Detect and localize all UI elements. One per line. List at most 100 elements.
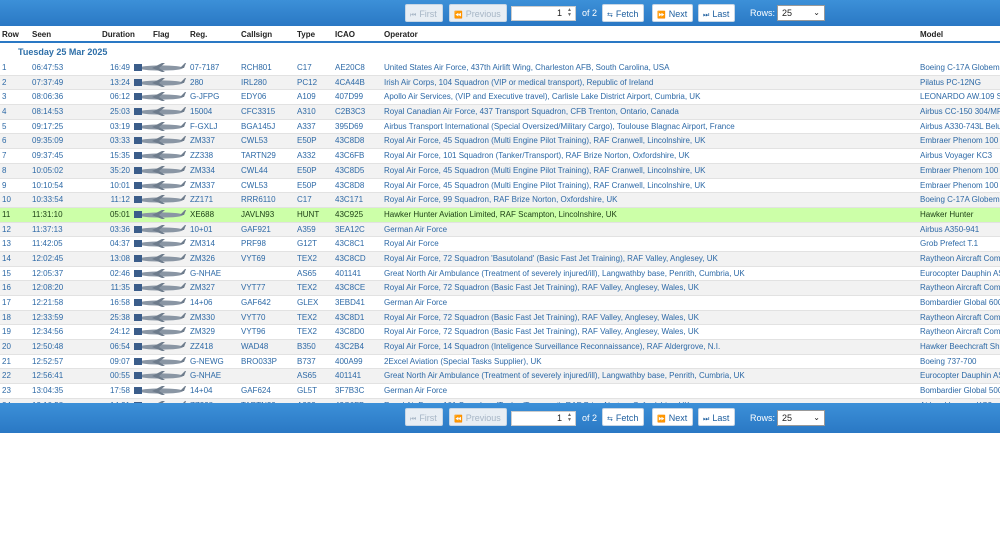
registration-cell[interactable]: 14+06	[190, 298, 212, 307]
page-input[interactable]: 1 ▲ ▼	[511, 411, 576, 426]
registration-cell[interactable]: XE688	[190, 210, 214, 219]
callsign-cell[interactable]: PRF98	[241, 239, 266, 248]
callsign-cell[interactable]: GAF921	[241, 225, 271, 234]
col-seen[interactable]: Seen	[32, 30, 51, 39]
registration-cell[interactable]: G-NEWG	[190, 357, 224, 366]
col-icao[interactable]: ICAO	[335, 30, 355, 39]
col-flag[interactable]: Flag	[153, 30, 169, 39]
rows-select[interactable]: 25 ⌄	[777, 410, 825, 426]
table-row[interactable]: 1 06:47:53 16:49 07-7187 RCH801 C17 AE20C8 Unit…	[0, 61, 1000, 76]
col-callsign[interactable]: Callsign	[241, 30, 272, 39]
icao-code-cell[interactable]: 401141	[335, 371, 361, 380]
fetch-button[interactable]: ⇆ Fetch	[602, 408, 645, 426]
first-button[interactable]: ⏮ First	[405, 4, 443, 22]
table-row[interactable]: 3 08:06:36 06:12 G-JFPG EDY06 A109 407D99 Apoll…	[0, 90, 1000, 106]
table-row[interactable]: 9 10:10:54 10:01 ZM337 CWL53 E50P 43C8D8 Royal …	[0, 179, 1000, 194]
icao-code-cell[interactable]: 395D69	[335, 122, 363, 131]
icao-code-cell[interactable]: 43C2B4	[335, 342, 364, 351]
table-row[interactable]: 5 09:17:25 03:19 F-GXLJ BGA145J A337 395D69 Air…	[0, 120, 1000, 135]
page-input[interactable]: 1 ▲ ▼	[511, 6, 576, 21]
registration-cell[interactable]: ZM314	[190, 239, 215, 248]
icao-code-cell[interactable]: 43C8C1	[335, 239, 364, 248]
col-row[interactable]: Row	[2, 30, 19, 39]
registration-cell[interactable]: ZM329	[190, 327, 215, 336]
registration-cell[interactable]: 280	[190, 78, 203, 87]
callsign-cell[interactable]: BRO033P	[241, 357, 277, 366]
registration-cell[interactable]: G-NHAE	[190, 269, 221, 278]
table-row[interactable]: 16 12:08:20 11:35 ZM327 VYT77 TEX2 43C8CE Royal…	[0, 281, 1000, 296]
icao-code-cell[interactable]: 407D99	[335, 92, 363, 101]
callsign-cell[interactable]: CWL53	[241, 136, 268, 145]
callsign-cell[interactable]: GAF642	[241, 298, 271, 307]
icao-code-cell[interactable]: 3EA12C	[335, 225, 365, 234]
table-row[interactable]: 12 11:37:13 03:36 10+01 GAF921 A359 3EA12C Germ…	[0, 222, 1000, 238]
icao-code-cell[interactable]: 3F7B3C	[335, 386, 364, 395]
icao-code-cell[interactable]: 43C8CE	[335, 283, 365, 292]
icao-code-cell[interactable]: AE20C8	[335, 63, 365, 72]
previous-button[interactable]: ⏪ Previous	[449, 4, 507, 22]
registration-cell[interactable]: ZM330	[190, 313, 215, 322]
rows-select[interactable]: 25 ⌄	[777, 5, 825, 21]
table-row[interactable]: 19 12:34:56 24:12 ZM329 VYT96 TEX2 43C8D0 Royal…	[0, 325, 1000, 341]
icao-code-cell[interactable]: 43C925	[335, 210, 363, 219]
table-row[interactable]: 7 09:37:45 15:35 ZZ338 TARTN29 A332 43C6FB Roya…	[0, 149, 1000, 164]
registration-cell[interactable]: 10+01	[190, 225, 212, 234]
table-row[interactable]: 23 13:04:35 17:58 14+04 GAF624 GL5T 3F7B3C Germ…	[0, 384, 1000, 399]
icao-code-cell[interactable]: 43C8D8	[335, 136, 364, 145]
first-button[interactable]: ⏮ First	[405, 408, 443, 426]
registration-cell[interactable]: ZM337	[190, 181, 215, 190]
callsign-cell[interactable]: CWL44	[241, 166, 268, 175]
icao-code-cell[interactable]: 43C8D8	[335, 181, 364, 190]
previous-button[interactable]: ⏪ Previous	[449, 408, 507, 426]
registration-cell[interactable]: 07-7187	[190, 63, 219, 72]
registration-cell[interactable]: G-NHAE	[190, 371, 221, 380]
registration-cell[interactable]: ZM326	[190, 254, 215, 263]
next-button[interactable]: ⏩ Next	[652, 408, 694, 426]
table-row[interactable]: 6 09:35:09 03:33 ZM337 CWL53 E50P 43C8D8 Royal …	[0, 134, 1000, 150]
table-row[interactable]: 21 12:52:57 09:07 G-NEWG BRO033P B737 400A99 2E…	[0, 355, 1000, 370]
callsign-cell[interactable]: CFC3315	[241, 107, 275, 116]
table-row[interactable]: 17 12:21:58 16:58 14+06 GAF642 GLEX 3EBD41 Germ…	[0, 296, 1000, 311]
callsign-cell[interactable]: VYT96	[241, 327, 265, 336]
table-row[interactable]: 13 11:42:05 04:37 ZM314 PRF98 G12T 43C8C1 Royal…	[0, 237, 1000, 252]
next-button[interactable]: ⏩ Next	[652, 4, 694, 22]
callsign-cell[interactable]: GAF624	[241, 386, 271, 395]
table-row[interactable]: 4 08:14:53 25:03 15004 CFC3315 A310 C2B3C3 Roya…	[0, 105, 1000, 120]
registration-cell[interactable]: F-GXLJ	[190, 122, 218, 131]
registration-cell[interactable]: ZZ338	[190, 151, 213, 160]
registration-cell[interactable]: ZM334	[190, 166, 215, 175]
col-type[interactable]: Type	[297, 30, 315, 39]
callsign-cell[interactable]: EDY06	[241, 92, 266, 101]
fetch-button[interactable]: ⇆ Fetch	[602, 4, 645, 22]
callsign-cell[interactable]: BGA145J	[241, 122, 275, 131]
registration-cell[interactable]: ZM327	[190, 283, 215, 292]
table-row[interactable]: 11 11:31:10 05:01 XE688 JAVLN93 HUNT 43C925 Haw…	[0, 207, 1000, 223]
table-row[interactable]: 8 10:05:02 35:20 ZM334 CWL44 E50P 43C8D5 Royal …	[0, 163, 1000, 179]
callsign-cell[interactable]: JAVLN93	[241, 210, 274, 219]
col-model[interactable]: Model	[920, 30, 943, 39]
registration-cell[interactable]: ZZ171	[190, 195, 213, 204]
icao-code-cell[interactable]: 43C8D5	[335, 166, 364, 175]
table-row[interactable]: 18 12:33:59 25:38 ZM330 VYT70 TEX2 43C8D1 Royal…	[0, 310, 1000, 326]
col-duration[interactable]: Duration	[102, 30, 135, 39]
callsign-cell[interactable]: WAD48	[241, 342, 268, 351]
callsign-cell[interactable]: IRL280	[241, 78, 267, 87]
callsign-cell[interactable]: RCH801	[241, 63, 272, 72]
icao-code-cell[interactable]: 400A99	[335, 357, 363, 366]
callsign-cell[interactable]: RRR6110	[241, 195, 276, 204]
spinner-icon[interactable]: ▲ ▼	[565, 413, 574, 424]
icao-code-cell[interactable]: 43C6FB	[335, 151, 364, 160]
icao-code-cell[interactable]: 401141	[335, 269, 361, 278]
icao-code-cell[interactable]: 4CA44B	[335, 78, 365, 87]
callsign-cell[interactable]: VYT77	[241, 283, 265, 292]
table-row[interactable]: 22 12:56:41 00:55 G-NHAE AS65 401141 Great Nor…	[0, 369, 1000, 385]
registration-cell[interactable]: G-JFPG	[190, 92, 219, 101]
registration-cell[interactable]: ZZ418	[190, 342, 213, 351]
spinner-icon[interactable]: ▲ ▼	[565, 8, 574, 19]
registration-cell[interactable]: ZM337	[190, 136, 215, 145]
registration-cell[interactable]: 15004	[190, 107, 212, 116]
col-reg[interactable]: Reg.	[190, 30, 207, 39]
callsign-cell[interactable]: VYT69	[241, 254, 265, 263]
table-row[interactable]: 15 12:05:37 02:46 G-NHAE AS65 401141 Great Nor…	[0, 267, 1000, 282]
icao-code-cell[interactable]: 43C8D1	[335, 313, 364, 322]
